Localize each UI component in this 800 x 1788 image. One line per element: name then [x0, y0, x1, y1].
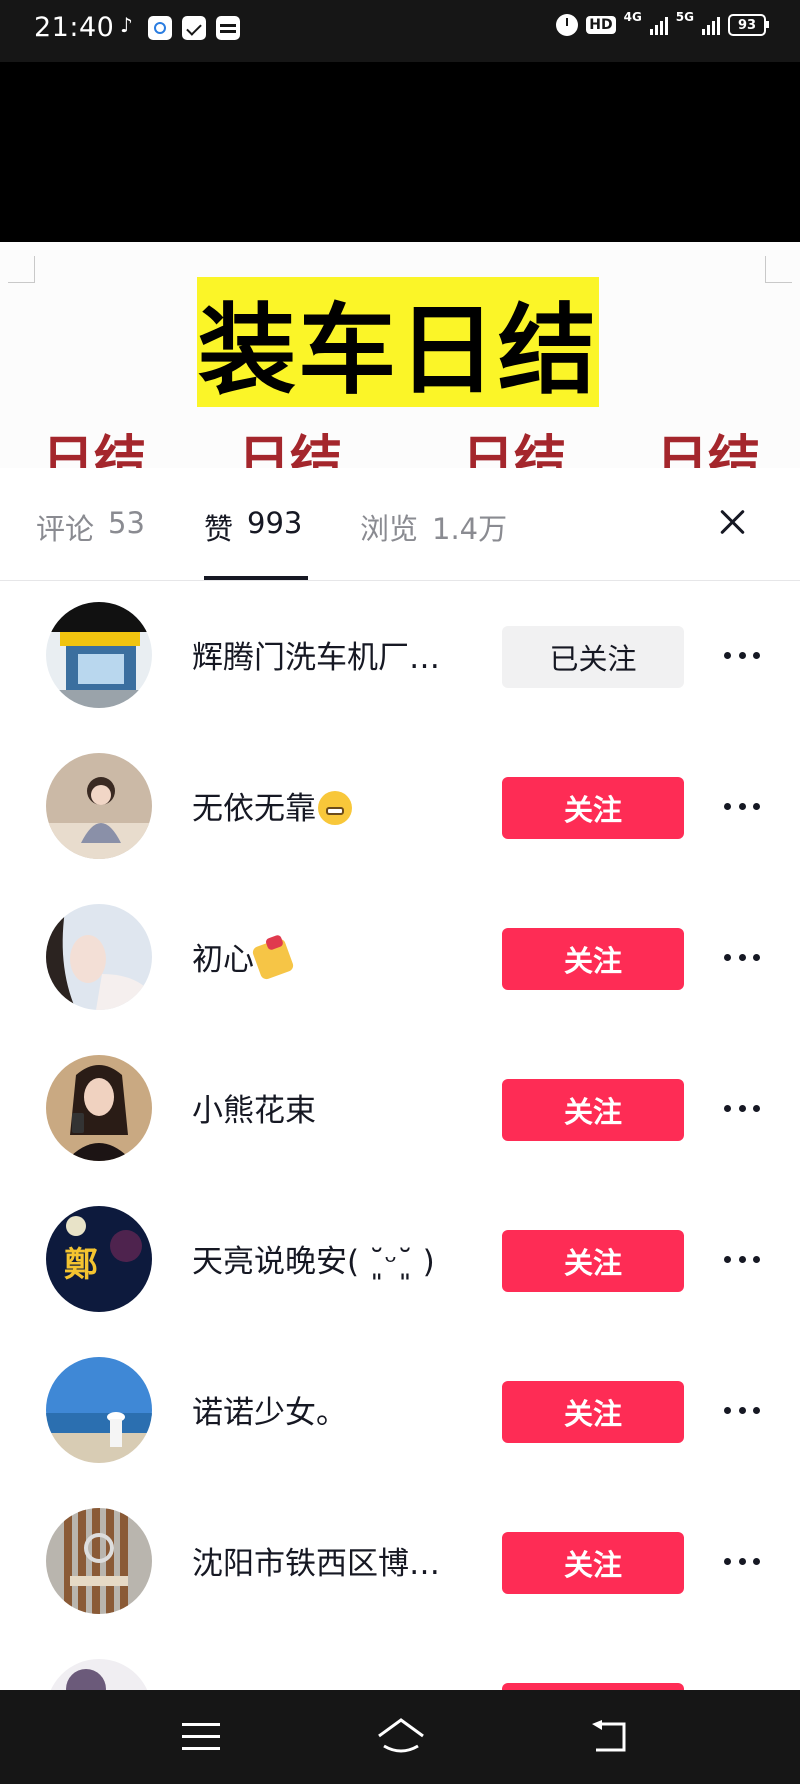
follow-button[interactable]: 关注 — [502, 1532, 684, 1594]
signal-icon — [649, 15, 668, 35]
more-icon[interactable] — [724, 652, 760, 660]
tab-comments[interactable]: 评论 53 — [36, 506, 145, 548]
follow-button[interactable]: 关注 — [502, 1230, 684, 1292]
tab-label: 浏览 — [360, 512, 419, 546]
tab-count: 1.4万 — [432, 512, 508, 546]
more-icon[interactable] — [724, 1105, 760, 1113]
list-item[interactable]: 初心 关注 — [0, 882, 800, 1033]
avatar[interactable] — [46, 753, 152, 859]
status-time: 21:40 — [34, 12, 115, 43]
user-name[interactable]: 小熊花束 — [192, 1085, 316, 1130]
user-name[interactable]: 天亮说晚安( ˘͈ᵕ˘͈ ) — [192, 1236, 435, 1281]
list-item[interactable]: 无依无靠 关注 — [0, 731, 800, 882]
back-icon[interactable] — [590, 1720, 630, 1754]
alarm-icon — [556, 14, 579, 36]
user-name[interactable]: 沈阳市铁西区博… — [192, 1538, 440, 1583]
follow-button[interactable]: 关注 — [502, 777, 684, 839]
following-button[interactable]: 已关注 — [502, 626, 684, 688]
notification-icons — [120, 13, 240, 40]
card-icon — [216, 16, 240, 40]
avatar[interactable] — [46, 904, 152, 1010]
tab-bar: 评论 53 赞 993 浏览 1.4万 — [0, 468, 800, 581]
user-name[interactable]: 辉腾门洗车机厂… — [192, 632, 440, 677]
close-icon[interactable] — [714, 504, 750, 540]
more-icon[interactable] — [724, 803, 760, 811]
follow-button[interactable]: 关注 — [502, 928, 684, 990]
more-icon[interactable] — [724, 954, 760, 962]
avatar[interactable] — [46, 1055, 152, 1161]
app-icon — [148, 16, 172, 40]
battery-level: 93 — [737, 17, 757, 33]
crop-corner-icon — [8, 256, 35, 283]
video-headline: 装车日结 — [197, 277, 599, 408]
video-preview[interactable]: 装车日结 日结 日结 日结 日结 — [0, 242, 800, 468]
more-icon[interactable] — [724, 1256, 760, 1264]
tab-views[interactable]: 浏览 1.4万 — [360, 506, 507, 548]
tab-label: 赞 — [204, 512, 234, 546]
list-item[interactable]: 鄭 天亮说晚安( ˘͈ᵕ˘͈ ) 关注 — [0, 1184, 800, 1335]
nail-polish-emoji-icon — [251, 937, 295, 981]
list-item[interactable]: 诺诺少女。 关注 — [0, 1335, 800, 1486]
user-name-text: 无依无靠 — [192, 791, 316, 827]
hd-icon: HD — [586, 16, 616, 34]
grimacing-emoji-icon — [318, 791, 352, 825]
system-nav-bar — [0, 1690, 800, 1784]
more-icon[interactable] — [724, 1558, 760, 1566]
avatar[interactable] — [46, 1508, 152, 1614]
avatar[interactable]: 鄭 — [46, 1206, 152, 1312]
video-red-text: 日结 — [42, 431, 147, 468]
avatar[interactable] — [46, 602, 152, 708]
video-red-text: 日结 — [238, 431, 343, 468]
user-name[interactable]: 初心 — [192, 934, 295, 981]
svg-text:鄭: 鄭 — [64, 1245, 98, 1285]
list-item[interactable]: 小熊花束 关注 — [0, 1033, 800, 1184]
network-label-5g: 5G — [675, 10, 694, 24]
battery-icon: 93 — [728, 14, 769, 36]
likes-list: 辉腾门洗车机厂… 已关注 无依无靠 关注 初心 关注 小熊花束 关注 鄭 天亮说… — [0, 580, 800, 1788]
user-name[interactable]: 诺诺少女。 — [192, 1387, 347, 1432]
tab-label: 评论 — [36, 512, 95, 546]
video-black-area[interactable] — [0, 62, 800, 242]
system-icons: HD 4G 5G 93 — [556, 10, 769, 36]
mail-icon — [182, 16, 206, 40]
tab-likes[interactable]: 赞 993 — [204, 506, 302, 548]
avatar[interactable] — [46, 1357, 152, 1463]
follow-button[interactable]: 关注 — [502, 1079, 684, 1141]
menu-icon[interactable] — [182, 1723, 220, 1751]
tab-count: 53 — [108, 506, 145, 540]
list-item[interactable]: 辉腾门洗车机厂… 已关注 — [0, 580, 800, 731]
status-bar: 21:40 HD 4G 5G 93 — [0, 0, 800, 62]
crop-corner-icon — [765, 256, 792, 283]
tab-count: 993 — [247, 506, 303, 540]
list-item[interactable]: 沈阳市铁西区博… 关注 — [0, 1486, 800, 1637]
user-name-text: 初心 — [192, 942, 254, 978]
user-name[interactable]: 无依无靠 — [192, 783, 352, 828]
video-red-text: 日结 — [656, 431, 761, 468]
tiktok-icon — [120, 13, 138, 40]
follow-button[interactable]: 关注 — [502, 1381, 684, 1443]
video-red-text: 日结 — [462, 431, 567, 468]
network-label-4g: 4G — [623, 10, 642, 24]
signal-icon-2 — [702, 15, 720, 35]
home-icon[interactable] — [376, 1716, 426, 1756]
more-icon[interactable] — [724, 1407, 760, 1415]
